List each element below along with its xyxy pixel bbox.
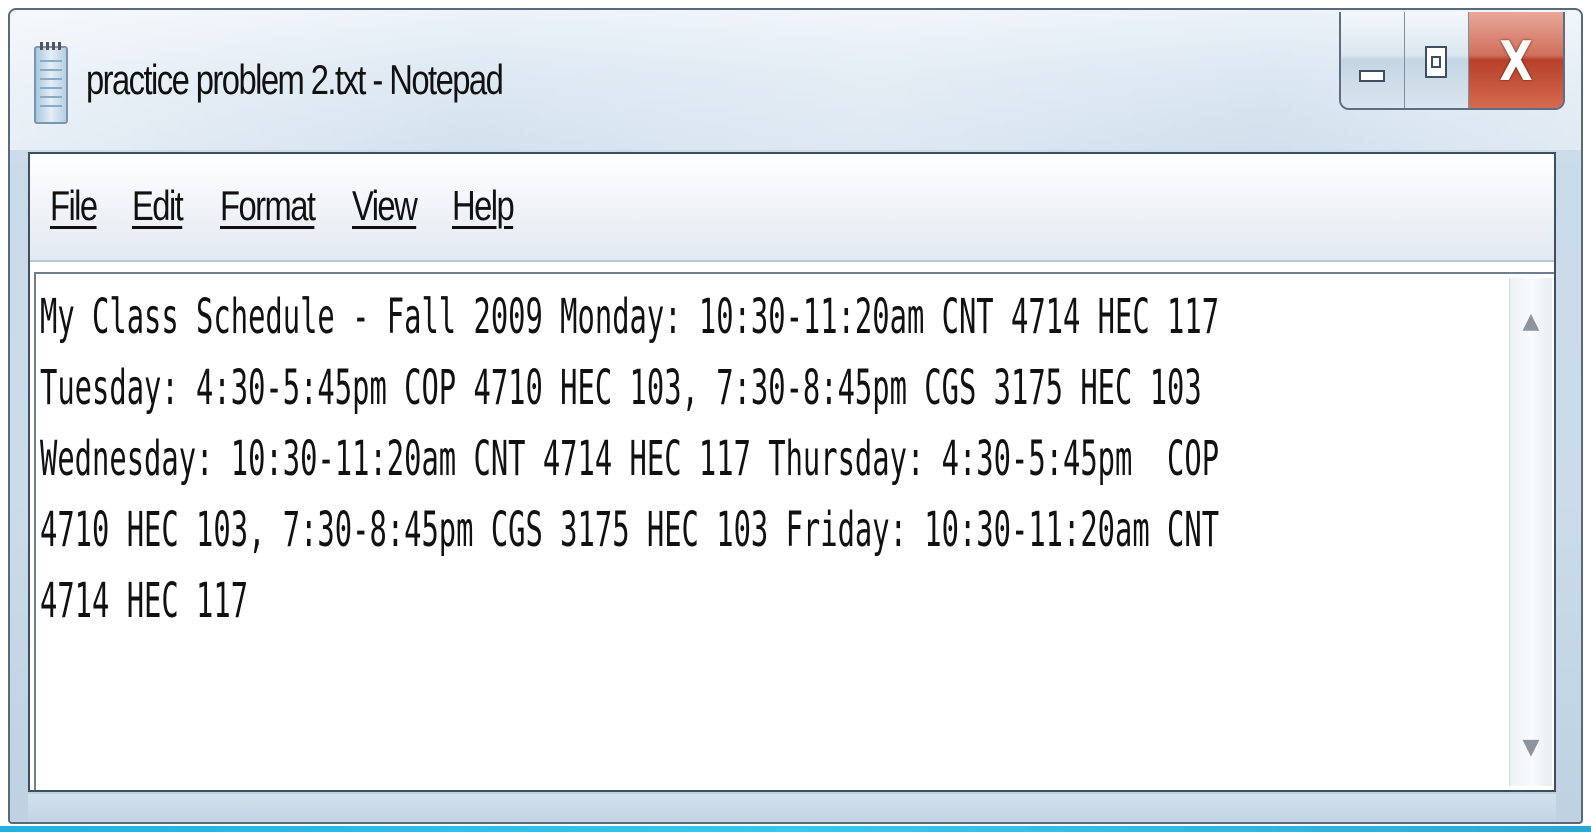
close-button[interactable]: X [1469,12,1563,108]
editor-content[interactable]: My Class Schedule - Fall 2009 Monday: 10… [40,282,1220,637]
minimize-icon [1359,70,1385,82]
menu-help[interactable]: Help [452,182,515,230]
close-icon: X [1499,30,1533,93]
editor-line: Wednesday: 10:30-11:20am CNT 4714 HEC 11… [40,431,1220,487]
window-bottom-frame [28,794,1556,822]
notepad-window: practice problem 2.txt - Notepad X File … [8,8,1583,824]
scroll-down-arrow-icon[interactable]: ▼ [1510,728,1552,768]
vertical-scrollbar[interactable]: ▲ ▼ [1509,278,1552,786]
editor-line: 4714 HEC 117 [40,573,249,629]
maximize-button[interactable] [1405,12,1469,108]
client-area: File Edit Format View Help My Class Sche… [28,152,1556,792]
title-bar[interactable]: practice problem 2.txt - Notepad X [10,10,1581,150]
editor-line: 4710 HEC 103, 7:30-8:45pm CGS 3175 HEC 1… [40,502,1220,558]
editor-line: Tuesday: 4:30-5:45pm COP 4710 HEC 103, 7… [40,360,1202,416]
window-title: practice problem 2.txt - Notepad [86,56,504,103]
maximize-icon [1425,46,1447,78]
notepad-icon[interactable] [34,42,68,124]
menu-edit[interactable]: Edit [132,182,184,230]
menu-file[interactable]: File [50,182,98,230]
taskbar-edge [0,826,1591,832]
text-editor[interactable]: My Class Schedule - Fall 2009 Monday: 10… [34,272,1554,790]
caption-buttons: X [1339,12,1565,110]
scroll-up-arrow-icon[interactable]: ▲ [1510,302,1552,342]
menu-format[interactable]: Format [220,182,316,230]
menu-view[interactable]: View [352,182,418,230]
minimize-button[interactable] [1341,12,1405,108]
editor-line: My Class Schedule - Fall 2009 Monday: 10… [40,289,1220,345]
menu-bar: File Edit Format View Help [30,154,1554,262]
